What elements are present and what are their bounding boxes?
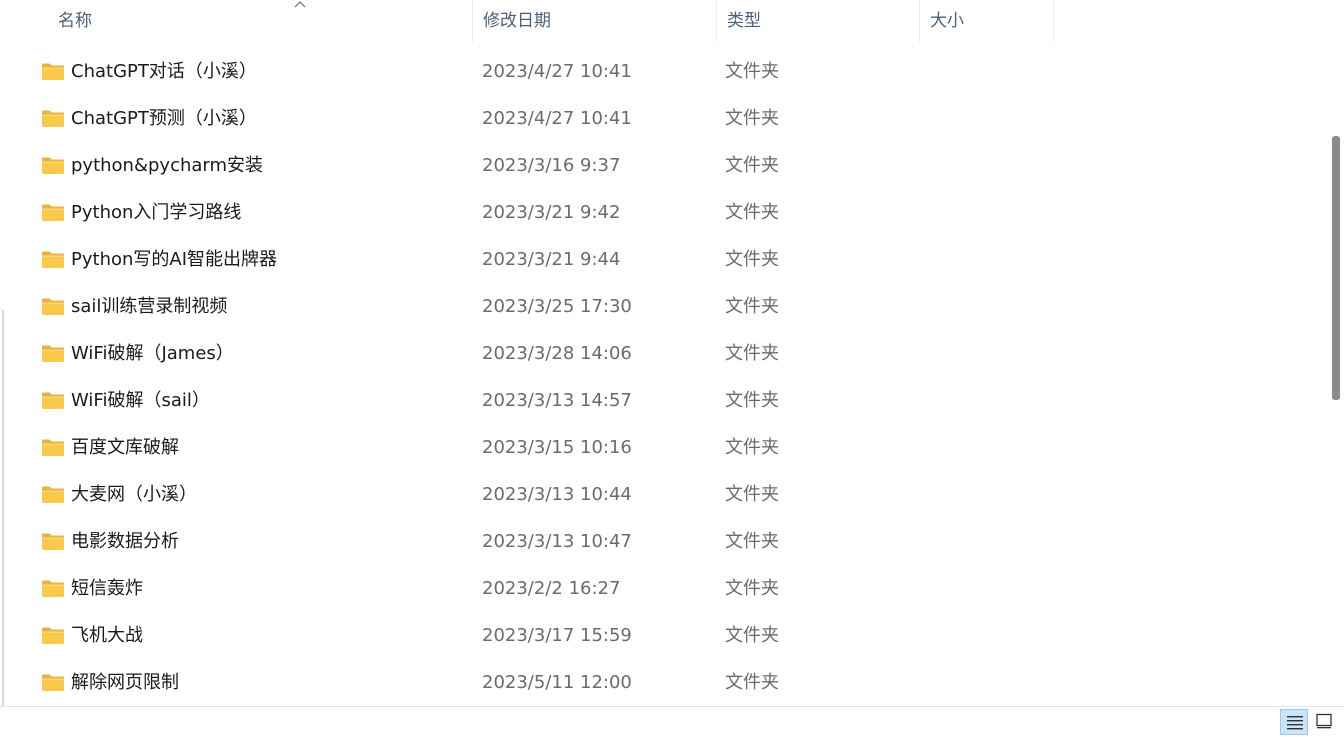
- file-type: 文件夹: [725, 578, 779, 599]
- file-row[interactable]: 百度文库破解 2023/3/15 10:16 文件夹: [10, 424, 1326, 471]
- folder-icon: [41, 344, 65, 363]
- file-row[interactable]: ChatGPT预测（小溪） 2023/4/27 10:41 文件夹: [10, 95, 1326, 142]
- file-type: 文件夹: [725, 484, 779, 505]
- file-row[interactable]: WiFi破解（sail） 2023/3/13 14:57 文件夹: [10, 377, 1326, 424]
- file-row[interactable]: 解除网页限制 2023/5/11 12:00 文件夹: [10, 659, 1326, 706]
- file-type: 文件夹: [725, 108, 779, 129]
- column-header-name[interactable]: 名称: [48, 0, 472, 42]
- folder-icon: [41, 109, 65, 128]
- file-modified-date: 2023/3/13 14:57: [482, 390, 632, 411]
- file-name: Python入门学习路线: [71, 202, 242, 223]
- file-row[interactable]: WiFi破解（James） 2023/3/28 14:06 文件夹: [10, 330, 1326, 377]
- file-name: ChatGPT对话（小溪）: [71, 61, 257, 82]
- folder-icon: [41, 391, 65, 410]
- sort-ascending-icon: [294, 1, 306, 8]
- vertical-scrollbar[interactable]: [1326, 0, 1344, 706]
- file-list: ChatGPT对话（小溪） 2023/4/27 10:41 文件夹 ChatGPT预测…: [10, 48, 1326, 706]
- file-modified-date: 2023/3/17 15:59: [482, 625, 632, 646]
- large-icons-view-icon: [1316, 713, 1332, 729]
- file-modified-date: 2023/5/11 12:00: [482, 672, 632, 693]
- file-type: 文件夹: [725, 672, 779, 693]
- file-type: 文件夹: [725, 249, 779, 270]
- file-name: 飞机大战: [71, 625, 143, 646]
- file-type: 文件夹: [725, 61, 779, 82]
- file-type: 文件夹: [725, 390, 779, 411]
- file-row[interactable]: Python入门学习路线 2023/3/21 9:42 文件夹: [10, 189, 1326, 236]
- file-name: 短信轰炸: [71, 578, 143, 599]
- file-modified-date: 2023/3/15 10:16: [482, 437, 632, 458]
- scrollbar-thumb[interactable]: [1332, 136, 1340, 400]
- file-modified-date: 2023/4/27 10:41: [482, 108, 632, 129]
- file-modified-date: 2023/3/21 9:42: [482, 202, 621, 223]
- column-header-size-label: 大小: [930, 11, 964, 31]
- file-row[interactable]: 大麦网（小溪） 2023/3/13 10:44 文件夹: [10, 471, 1326, 518]
- column-header-row: 名称 修改日期 类型 大小: [10, 0, 1326, 42]
- file-name: WiFi破解（James）: [71, 343, 234, 364]
- file-name: WiFi破解（sail）: [71, 390, 210, 411]
- file-modified-date: 2023/3/16 9:37: [482, 155, 621, 176]
- file-type: 文件夹: [725, 437, 779, 458]
- folder-icon: [41, 203, 65, 222]
- navigation-pane-edge: [0, 0, 10, 706]
- file-name: 百度文库破解: [71, 437, 179, 458]
- column-header-name-label: 名称: [58, 11, 92, 31]
- details-view-button[interactable]: [1280, 709, 1308, 735]
- file-modified-date: 2023/3/28 14:06: [482, 343, 632, 364]
- column-header-type[interactable]: 类型: [716, 0, 919, 42]
- file-type: 文件夹: [725, 343, 779, 364]
- file-modified-date: 2023/3/13 10:44: [482, 484, 632, 505]
- file-row[interactable]: 飞机大战 2023/3/17 15:59 文件夹: [10, 612, 1326, 659]
- file-modified-date: 2023/4/27 10:41: [482, 61, 632, 82]
- file-type: 文件夹: [725, 155, 779, 176]
- file-row[interactable]: 电影数据分析 2023/3/13 10:47 文件夹: [10, 518, 1326, 565]
- file-modified-date: 2023/3/25 17:30: [482, 296, 632, 317]
- folder-icon: [41, 532, 65, 551]
- large-icons-view-button[interactable]: [1310, 709, 1338, 735]
- file-type: 文件夹: [725, 531, 779, 552]
- column-header-size[interactable]: 大小: [919, 0, 1054, 42]
- file-name: sail训练营录制视频: [71, 296, 228, 317]
- file-row[interactable]: Python写的AI智能出牌器 2023/3/21 9:44 文件夹: [10, 236, 1326, 283]
- status-bar: [0, 706, 1344, 737]
- file-row[interactable]: sail训练营录制视频 2023/3/25 17:30 文件夹: [10, 283, 1326, 330]
- file-name: 大麦网（小溪）: [71, 484, 197, 505]
- file-name: Python写的AI智能出牌器: [71, 249, 278, 270]
- file-name: ChatGPT预测（小溪）: [71, 108, 257, 129]
- folder-icon: [41, 579, 65, 598]
- folder-icon: [41, 626, 65, 645]
- folder-icon: [41, 62, 65, 81]
- file-type: 文件夹: [725, 296, 779, 317]
- column-header-date-label: 修改日期: [483, 11, 551, 31]
- folder-icon: [41, 485, 65, 504]
- column-header-type-label: 类型: [727, 11, 761, 31]
- folder-icon: [41, 156, 65, 175]
- file-name: 电影数据分析: [71, 531, 179, 552]
- file-modified-date: 2023/3/21 9:44: [482, 249, 621, 270]
- file-row[interactable]: 短信轰炸 2023/2/2 16:27 文件夹: [10, 565, 1326, 612]
- file-row[interactable]: ChatGPT对话（小溪） 2023/4/27 10:41 文件夹: [10, 48, 1326, 95]
- file-name: python&pycharm安装: [71, 155, 264, 176]
- column-header-date[interactable]: 修改日期: [472, 0, 716, 42]
- file-modified-date: 2023/3/13 10:47: [482, 531, 632, 552]
- folder-icon: [41, 250, 65, 269]
- file-row[interactable]: python&pycharm安装 2023/3/16 9:37 文件夹: [10, 142, 1326, 189]
- details-view-icon: [1287, 716, 1303, 730]
- folder-icon: [41, 297, 65, 316]
- file-modified-date: 2023/2/2 16:27: [482, 578, 621, 599]
- file-type: 文件夹: [725, 625, 779, 646]
- folder-icon: [41, 673, 65, 692]
- navigation-pane-divider[interactable]: [2, 310, 4, 706]
- file-name: 解除网页限制: [71, 672, 179, 693]
- file-type: 文件夹: [725, 202, 779, 223]
- file-explorer-window: 名称 修改日期 类型 大小 ChatGPT对话（小溪） 2023/4/27 10:…: [0, 0, 1344, 737]
- folder-icon: [41, 438, 65, 457]
